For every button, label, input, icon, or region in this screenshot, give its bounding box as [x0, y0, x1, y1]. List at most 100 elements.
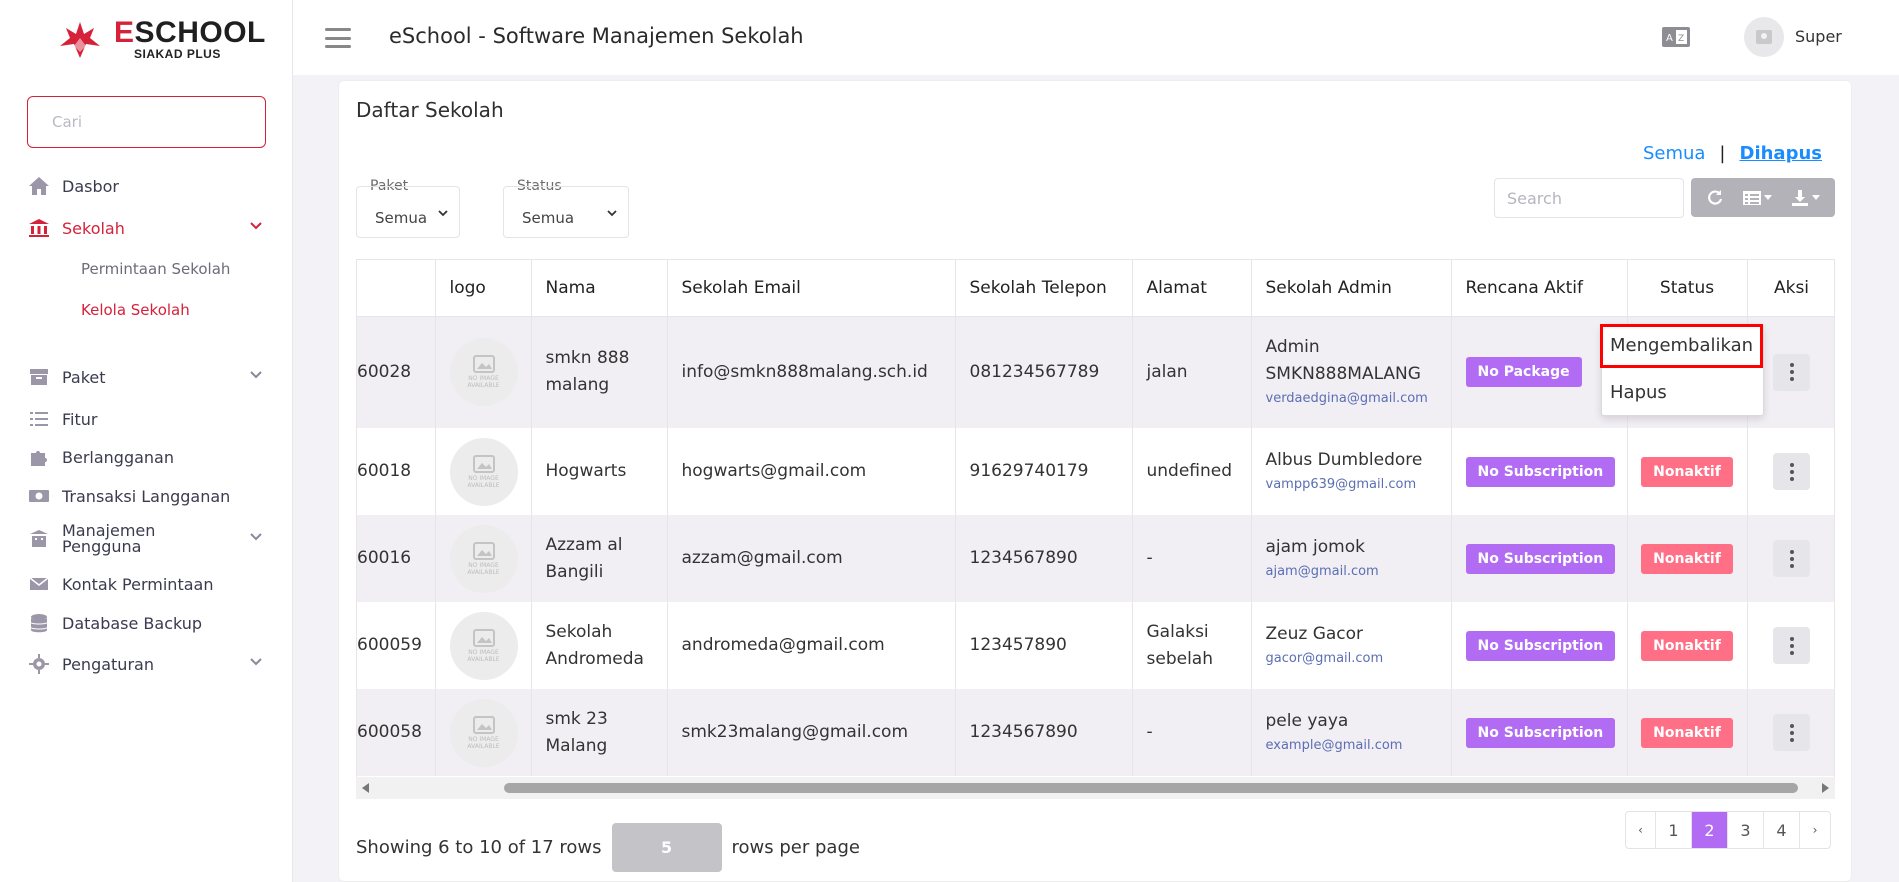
page-button-1[interactable]: 1: [1656, 812, 1692, 848]
more-vertical-icon: [1789, 635, 1794, 656]
sidebar-item-database-backup[interactable]: Database Backup: [0, 605, 293, 641]
sidebar-item-fitur[interactable]: Fitur: [0, 401, 293, 437]
sidebar-item-pengaturan[interactable]: Pengaturan: [0, 646, 293, 682]
page-next-button[interactable]: ›: [1800, 812, 1830, 848]
status-badge: Nonaktif: [1641, 543, 1733, 574]
rows-per-page-label: rows per page: [731, 837, 860, 858]
sidebar-item-berlangganan[interactable]: Berlangganan: [0, 439, 293, 475]
school-phone: 1234567890: [955, 515, 1133, 602]
columns-button[interactable]: [1742, 190, 1772, 206]
row-actions-button[interactable]: [1773, 714, 1810, 751]
scrollbar-thumb[interactable]: [504, 783, 1798, 793]
status-select[interactable]: Semua: [503, 186, 629, 238]
column-header-email[interactable]: Sekolah Email: [667, 260, 956, 317]
plan-cell: No Subscription: [1451, 428, 1628, 515]
column-header-logo[interactable]: logo: [435, 260, 532, 317]
bank-icon: [28, 217, 50, 239]
plan-cell: No Subscription: [1451, 515, 1628, 602]
avatar[interactable]: [1744, 17, 1784, 57]
sidebar-item-label: Fitur: [62, 409, 98, 429]
school-name: smkn 888 malang: [531, 316, 668, 428]
sidebar-item-kelola-sekolah[interactable]: Kelola Sekolah: [81, 301, 190, 319]
school-logo-cell: NO IMAGE AVAILABLE: [435, 428, 532, 515]
sidebar-item-label: Dasbor: [62, 176, 119, 196]
column-header-telepon[interactable]: Sekolah Telepon: [955, 260, 1133, 317]
row-actions-button[interactable]: [1773, 540, 1810, 577]
paket-filter: Paket Semua: [356, 178, 460, 238]
row-actions-button[interactable]: [1773, 353, 1810, 391]
brand-subtitle: SIAKAD PLUS: [134, 47, 221, 61]
sidebar-item-manajemen-pengguna[interactable]: Manajemen Pengguna: [0, 521, 293, 557]
school-address: -: [1132, 689, 1252, 776]
page-button-2[interactable]: 2: [1692, 812, 1728, 848]
no-image-text-2: AVAILABLE: [467, 568, 500, 576]
school-email: smk23malang@gmail.com: [667, 689, 956, 776]
sidebar-item-transaksi-langganan[interactable]: Transaksi Langganan: [0, 478, 293, 514]
top-bar: eSchool - Software Manajemen Sekolah A Z…: [293, 0, 1899, 75]
page-button-4[interactable]: 4: [1764, 812, 1800, 848]
sidebar-item-label: Manajemen Pengguna: [62, 521, 156, 556]
no-image-text-1: NO IMAGE: [468, 474, 499, 482]
row-actions-button[interactable]: [1773, 453, 1810, 490]
language-icon[interactable]: A Z: [1662, 27, 1690, 47]
menu-toggle-icon[interactable]: [325, 28, 351, 48]
admin-name: Admin SMKN888MALANG: [1265, 337, 1421, 385]
school-phone: 123457890: [955, 602, 1133, 689]
sidebar-search-placeholder: Cari: [52, 113, 82, 131]
school-logo-cell: NO IMAGE AVAILABLE: [435, 316, 532, 428]
pagination: ‹ 1 2 3 4 ›: [1625, 811, 1831, 849]
sidebar-item-paket[interactable]: Paket: [0, 359, 293, 395]
menu-item-delete[interactable]: Hapus: [1610, 382, 1667, 403]
sidebar-item-permintaan-sekolah[interactable]: Permintaan Sekolah: [81, 260, 230, 278]
school-address: -: [1132, 515, 1252, 602]
scroll-right-arrow-icon[interactable]: [1822, 783, 1829, 793]
more-vertical-icon: [1789, 722, 1794, 743]
image-icon: [472, 715, 495, 734]
scroll-left-arrow-icon[interactable]: [362, 783, 369, 793]
column-header-status[interactable]: Status: [1627, 260, 1748, 317]
school-email: hogwarts@gmail.com: [667, 428, 956, 515]
refresh-button[interactable]: [1706, 189, 1724, 207]
school-name: smk 23 Malang: [531, 689, 668, 776]
column-header-rencana[interactable]: Rencana Aktif: [1451, 260, 1628, 317]
no-image-text-1: NO IMAGE: [468, 648, 499, 656]
status-cell: Nonaktif: [1627, 602, 1748, 689]
school-admin-cell: pele yaya example@gmail.com: [1251, 689, 1452, 776]
no-image-placeholder: NO IMAGE AVAILABLE: [449, 437, 518, 506]
table-search-input[interactable]: Search: [1494, 178, 1684, 218]
column-header-alamat[interactable]: Alamat: [1132, 260, 1252, 317]
brand-logo[interactable]: ESCHOOL SIAKAD PLUS: [56, 16, 266, 62]
horizontal-scrollbar[interactable]: [356, 777, 1835, 799]
rows-per-page-select[interactable]: 5: [611, 823, 722, 872]
page-button-3[interactable]: 3: [1728, 812, 1764, 848]
page-prev-button[interactable]: ‹: [1626, 812, 1656, 848]
chevron-down-icon: [250, 222, 262, 230]
user-name[interactable]: Super: [1795, 27, 1842, 46]
column-header-aksi[interactable]: Aksi: [1747, 260, 1834, 317]
row-actions-button[interactable]: [1773, 627, 1810, 664]
sidebar-item-kontak-permintaan[interactable]: Kontak Permintaan: [0, 566, 293, 602]
filter-all-link[interactable]: Semua: [1643, 143, 1705, 164]
plan-badge: No Subscription: [1465, 456, 1616, 487]
sidebar-item-sekolah[interactable]: Sekolah: [0, 210, 293, 246]
plan-badge: No Subscription: [1465, 630, 1616, 661]
svg-text:Z: Z: [1678, 34, 1684, 44]
school-email: info@smkn888malang.sch.id: [667, 316, 956, 428]
sidebar-search-input[interactable]: Cari: [27, 96, 266, 148]
status-cell: Nonaktif: [1627, 428, 1748, 515]
paket-select[interactable]: Semua: [356, 186, 460, 238]
school-id: 60018: [357, 428, 436, 515]
puzzle-icon: [28, 446, 50, 468]
no-image-text-2: AVAILABLE: [467, 382, 500, 390]
column-header-admin[interactable]: Sekolah Admin: [1251, 260, 1452, 317]
filter-deleted-link[interactable]: Dihapus: [1740, 143, 1823, 164]
column-header-id[interactable]: [357, 260, 436, 317]
filter-separator: |: [1719, 143, 1726, 164]
column-header-nama[interactable]: Nama: [531, 260, 668, 317]
sidebar-item-dasbor[interactable]: Dasbor: [0, 168, 293, 204]
image-icon: [472, 355, 495, 374]
export-button[interactable]: [1791, 189, 1820, 207]
no-image-placeholder: NO IMAGE AVAILABLE: [449, 524, 518, 593]
school-id: 60016: [357, 515, 436, 602]
no-image-text-1: NO IMAGE: [468, 735, 499, 743]
